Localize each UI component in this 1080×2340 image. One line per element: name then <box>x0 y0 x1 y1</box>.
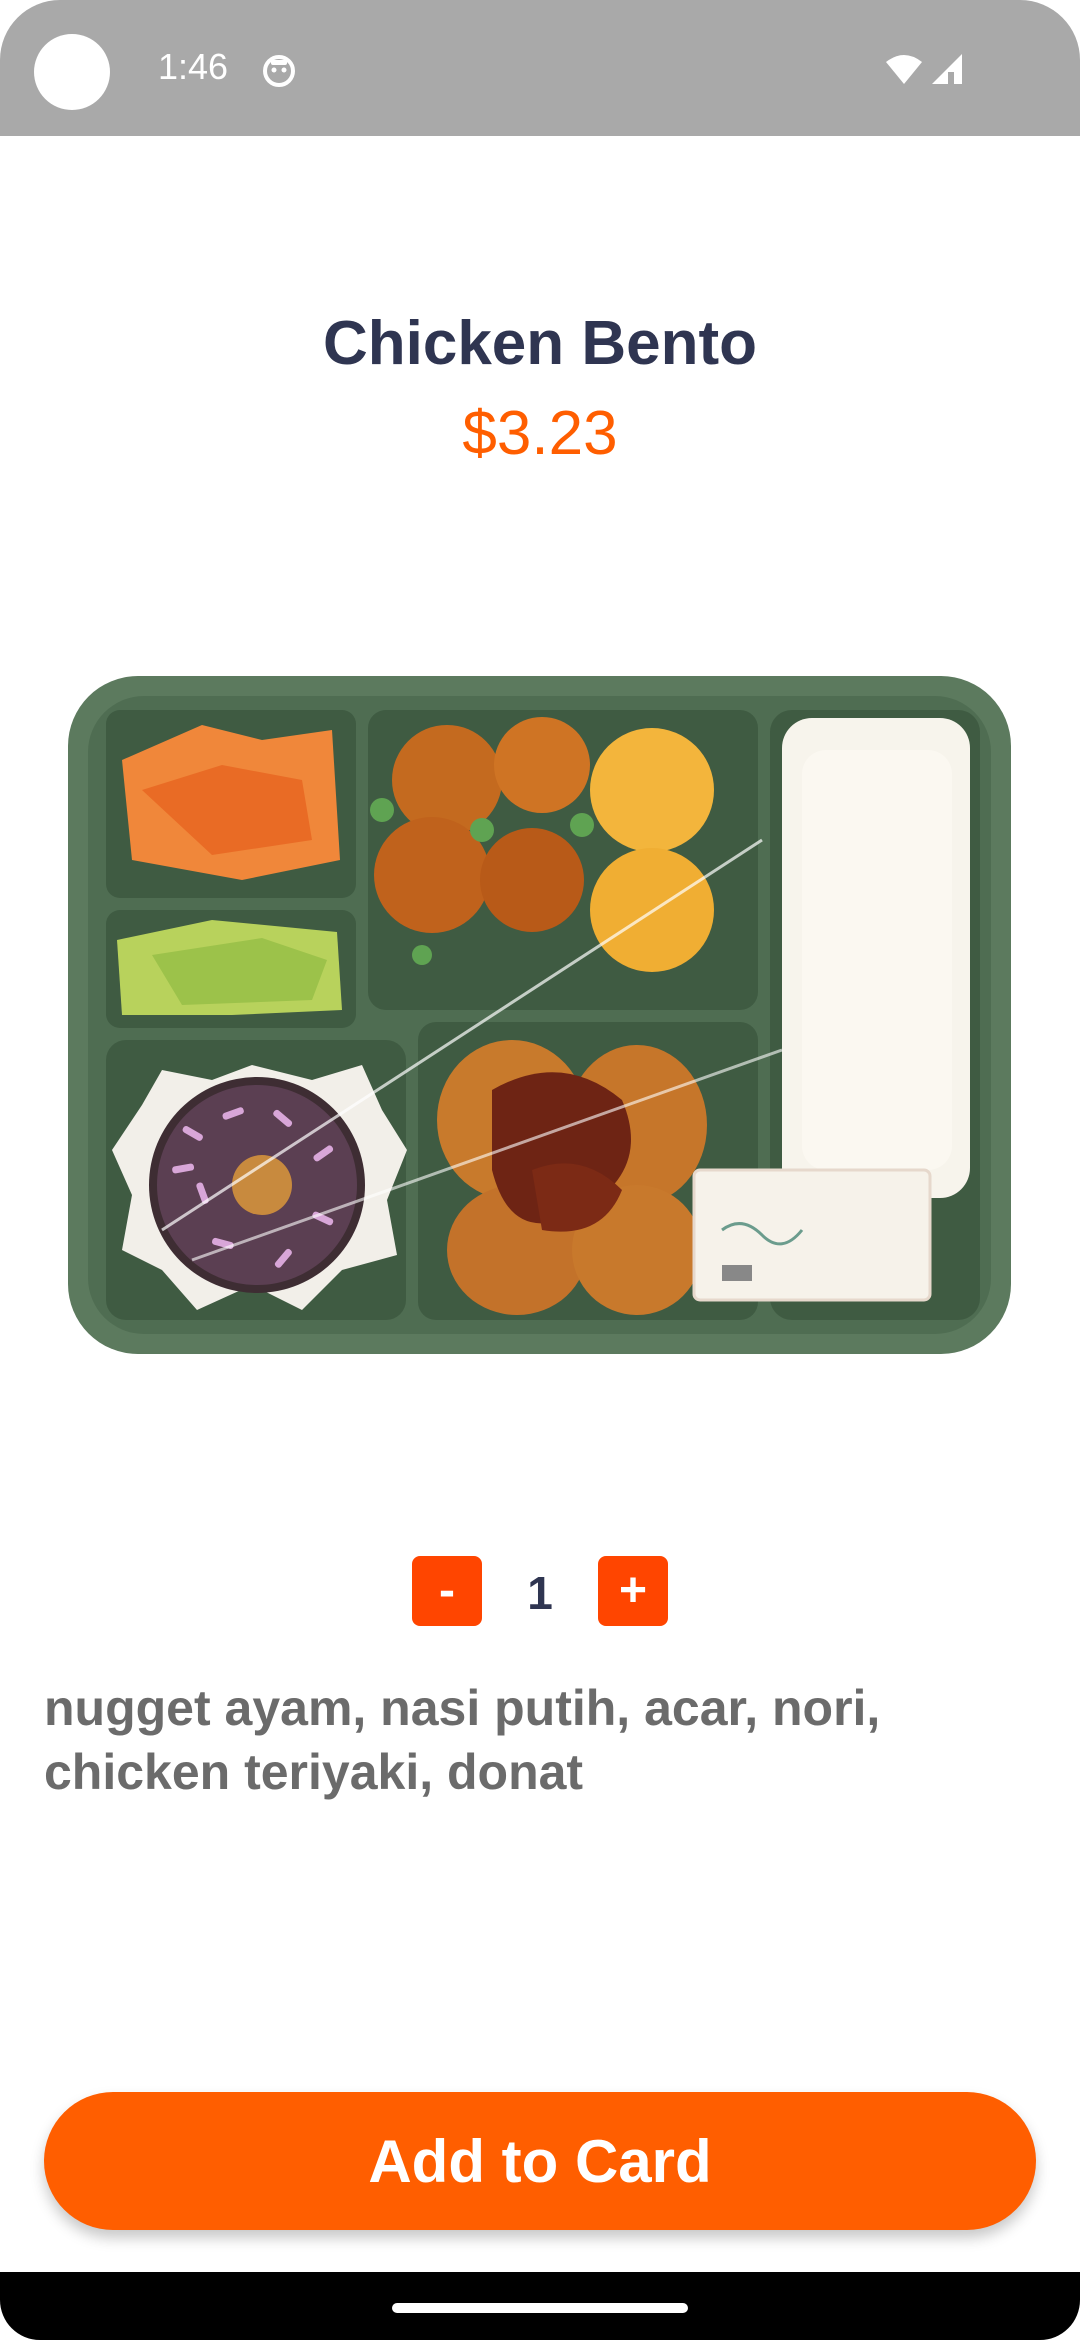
increase-quantity-button[interactable]: + <box>598 1556 668 1626</box>
signal-icon <box>932 54 962 84</box>
notification-icon <box>263 55 295 87</box>
home-handle[interactable] <box>392 2303 688 2313</box>
product-title: Chicken Bento <box>322 309 758 378</box>
status-bar: 1:46 <box>0 0 1080 136</box>
product-image <box>62 670 1017 1360</box>
status-time: 1:46 <box>158 46 229 87</box>
quantity-value: 1 <box>527 1567 553 1619</box>
decrease-quantity-button[interactable]: - <box>412 1556 482 1626</box>
camera-cutout <box>34 34 110 110</box>
product-description: nugget ayam, nasi putih, acar, nori, chi… <box>44 1680 881 1800</box>
add-to-cart-button[interactable]: Add to Card <box>44 2092 1036 2230</box>
bento-illustration <box>68 676 1011 1354</box>
wifi-icon <box>886 55 922 84</box>
product-price: $3.23 <box>462 399 618 468</box>
